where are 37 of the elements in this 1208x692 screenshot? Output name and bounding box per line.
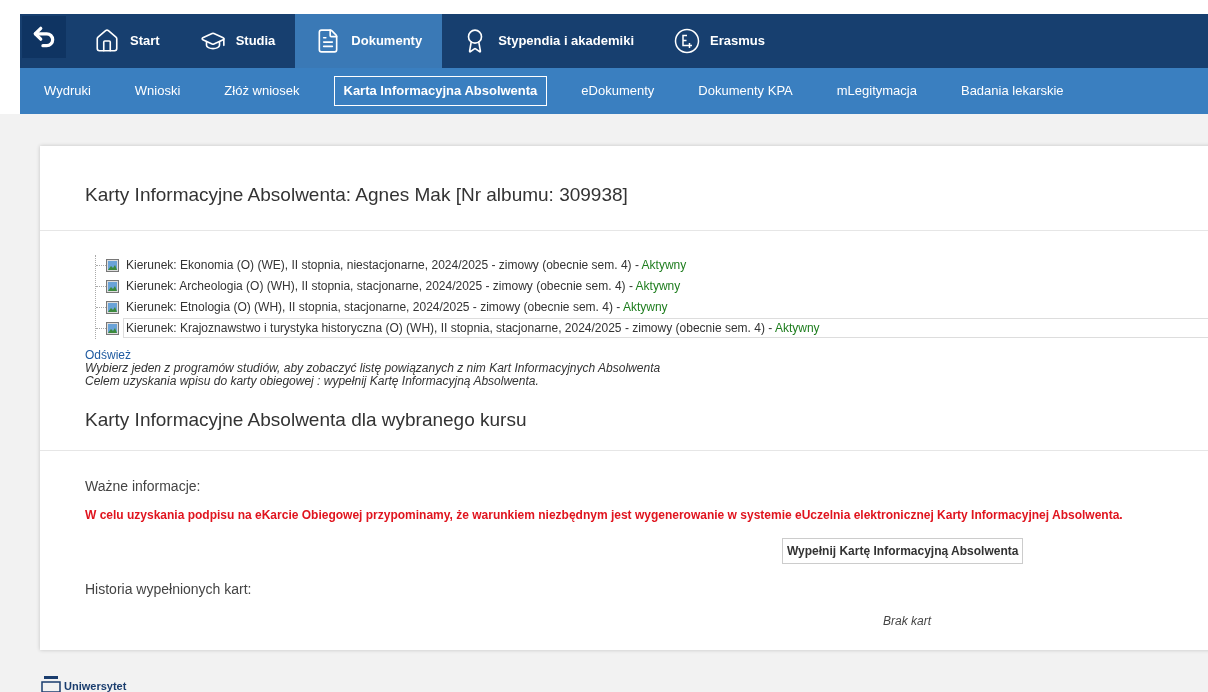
image-icon [106, 300, 119, 314]
page-title: Karty Informacyjne Absolwenta: Agnes Mak [Nr albumu: 309938] [85, 183, 629, 207]
empty-history-text: Brak kart [883, 613, 933, 630]
program-item[interactable]: Kierunek: Archeologia (O) (WH), II stopnia, stacjonarne, 2024/2025 - zimowy (obecnie sem. 4) - Aktywny [123, 276, 1208, 296]
program-item[interactable]: Kierunek: Krajoznawstwo i turystyka historyczna (O) (WH), II stopnia, stacjonarne, 2024/2025 - zimowy (obecnie sem. 4) - Aktywny [123, 318, 1208, 338]
nav-tab[interactable]: Studia [179, 14, 296, 69]
fill-form-button[interactable]: Wypełnij Kartę Informacyjną Absolwenta [782, 538, 1024, 564]
subnav-tab[interactable]: Badania lekarskie [950, 76, 1074, 106]
program-item[interactable]: Kierunek: Etnologia (O) (WH), II stopnia, stacjonarne, 2024/2025 - zimowy (obecnie sem. 4) - Aktywny [123, 297, 1208, 317]
hint-text: Celem uzyskania wpisu do karty obiegowej : wypełnij Kartę Informacyjną Absolwenta. [85, 374, 539, 388]
back-button[interactable] [22, 16, 66, 58]
subnav-tab[interactable]: Dokumenty KPA [688, 76, 803, 106]
nav-tab[interactable]: Dokumenty [295, 14, 443, 69]
section-heading: Karty Informacyjne Absolwenta dla wybranego kursu [85, 407, 528, 432]
image-icon [106, 258, 119, 272]
home-icon [94, 28, 120, 55]
warning-text: W celu uzyskania podpisu na eKarcie Obiegowej przypominamy, że warunkiem niezbędnym jest wygenerowanie w systemie eUczelnia elektronicznej Karty Informacyjnej Absolwenta. [85, 507, 1124, 524]
important-label: Ważne informacje: [85, 477, 202, 496]
history-label: Historia wypełnionych kart: [85, 580, 253, 599]
hint-text: Wybierz jeden z programów studiów, aby zobaczyć listę powiązanych z nim Kart Informacyjnych Absolwenta [85, 361, 662, 375]
nav-tab[interactable]: Stypendia i akademiki [442, 14, 654, 69]
image-icon [106, 279, 119, 293]
subnav-tab[interactable]: Złóż wniosek [214, 76, 310, 106]
university-logo-text: Uniwersytet [64, 680, 127, 692]
erasmus-icon [674, 28, 700, 55]
nav-tab[interactable]: Start [74, 14, 180, 69]
refresh-link[interactable]: Odśwież [85, 348, 1208, 362]
program-item[interactable]: Kierunek: Ekonomia (O) (WE), II stopnia, niestacjonarne, 2024/2025 - zimowy (obecnie sem. 4) - Aktywny [123, 255, 1208, 275]
subnav-tab[interactable]: eDokumenty [571, 76, 665, 106]
image-icon [106, 321, 119, 335]
subnav-tab[interactable]: Wnioski [124, 76, 191, 106]
back-arrow-icon [31, 24, 57, 50]
subnav-tab[interactable]: Wydruki [34, 76, 101, 106]
nav-tab[interactable]: Erasmus [654, 14, 785, 69]
subnav-tab[interactable]: Karta Informacyjna Absolwenta [333, 76, 548, 106]
university-logo-icon [41, 674, 61, 692]
subnav-tab[interactable]: mLegitymacja [826, 76, 927, 106]
